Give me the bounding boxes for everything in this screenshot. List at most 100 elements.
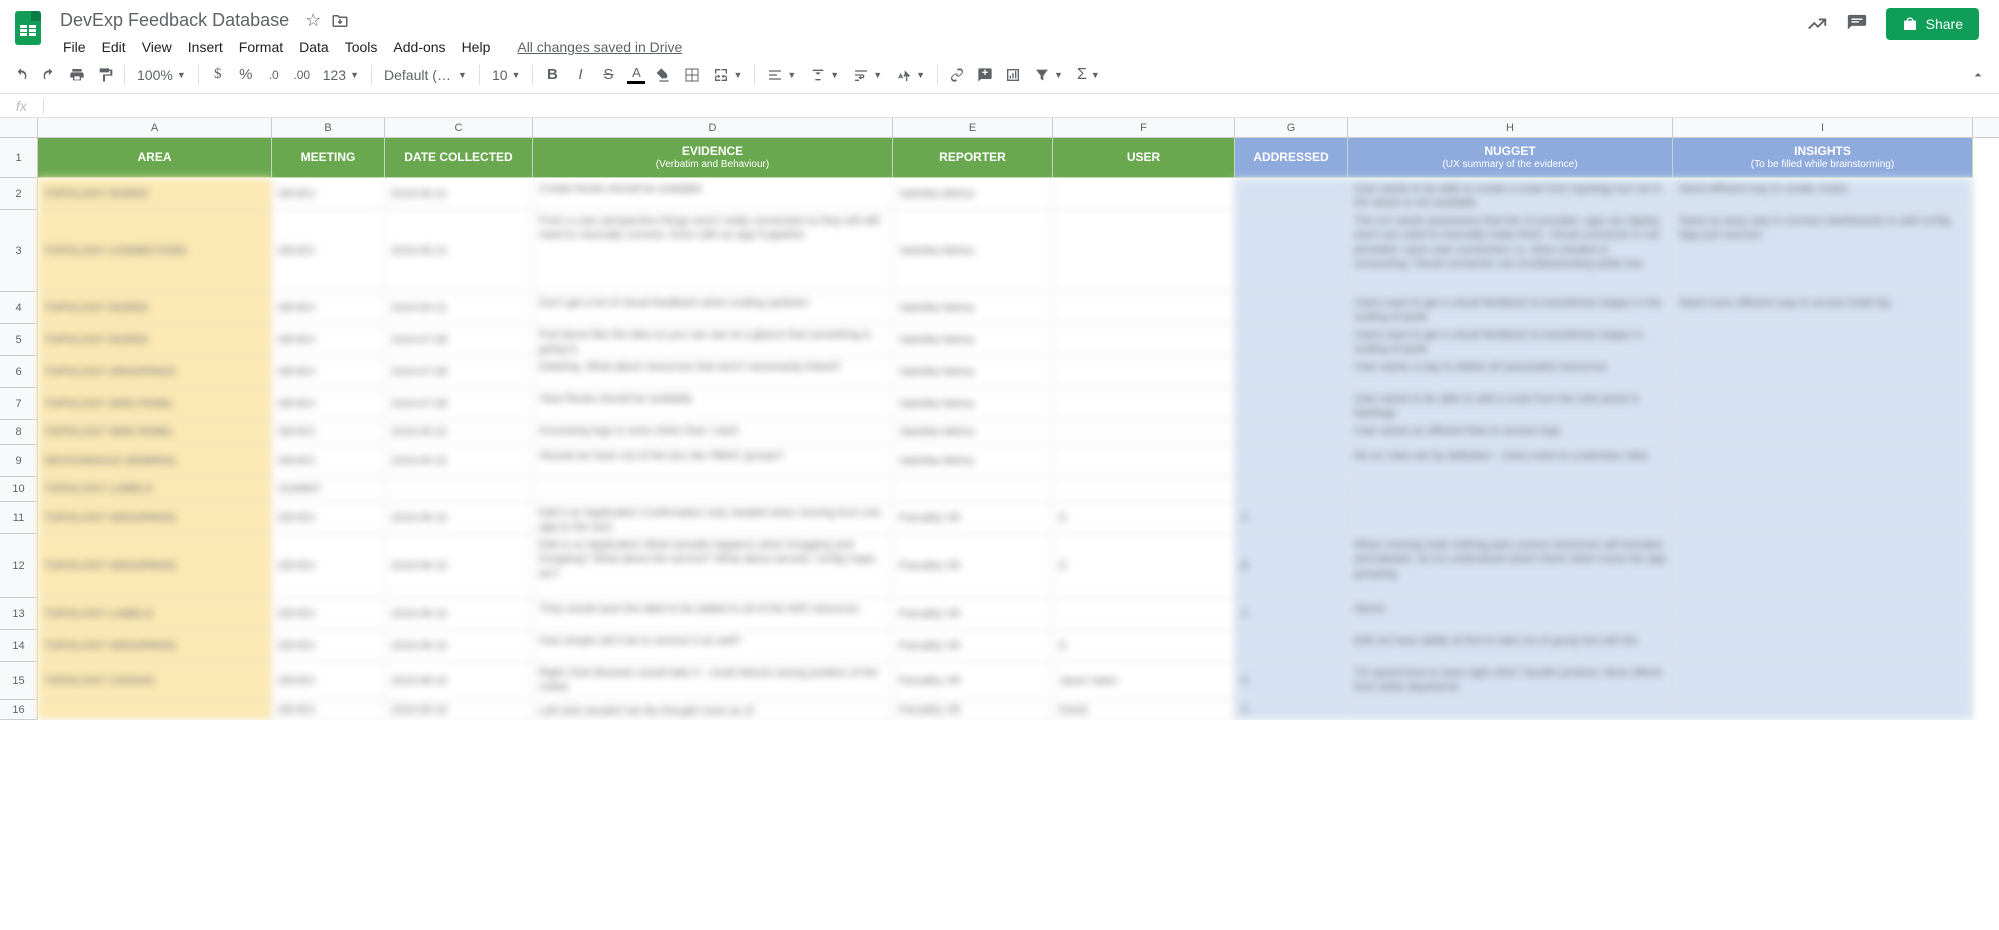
cell[interactable] <box>1235 477 1348 502</box>
table-row[interactable]: TOPOLOGY SIDE PANELDEVEX2019-05-22Access… <box>38 420 1999 445</box>
hdr-evidence[interactable]: EVIDENCE(Verbatim and Behaviour) <box>533 138 893 178</box>
cell[interactable]: DEVEX <box>272 356 385 388</box>
cell[interactable]: Edit not have ability at first to take o… <box>1348 630 1673 662</box>
cell[interactable]: 2019-08-15 <box>385 502 533 534</box>
cell[interactable]: Edit is on Application What actually hap… <box>533 534 893 598</box>
functions-dropdown[interactable]: Σ▼ <box>1071 62 1106 88</box>
cell[interactable] <box>1673 388 1973 420</box>
collapse-toolbar-button[interactable] <box>1965 62 1991 88</box>
cell[interactable]: From a user perspective things aren't re… <box>533 210 893 292</box>
cell[interactable]: D <box>1053 630 1235 662</box>
bold-button[interactable]: B <box>539 62 565 88</box>
menu-view[interactable]: View <box>135 35 179 59</box>
cell[interactable] <box>1673 534 1973 598</box>
cell[interactable] <box>385 477 533 502</box>
cell[interactable] <box>1673 477 1973 502</box>
cell[interactable]: Create Route should be available <box>533 178 893 210</box>
cell[interactable]: 2019-05-22 <box>385 420 533 445</box>
col-header-A[interactable]: A <box>38 118 272 137</box>
cell[interactable]: X <box>1235 598 1348 630</box>
cell[interactable]: Jason Islam <box>1053 662 1235 700</box>
decrease-decimal-button[interactable]: .0 <box>261 62 287 88</box>
cell[interactable]: DEVEX <box>272 292 385 324</box>
col-header-E[interactable]: E <box>893 118 1053 137</box>
table-row[interactable]: TOPOLOGY NODESDEVEX2019-07-08Pod donut l… <box>38 324 1999 356</box>
col-header-I[interactable]: I <box>1673 118 1973 137</box>
zoom-dropdown[interactable]: 100%▼ <box>131 62 192 88</box>
cell[interactable]: TOPOLOGY NODES <box>38 178 272 210</box>
cell[interactable]: Accessing logs is more clicks than I wan… <box>533 420 893 445</box>
cell[interactable] <box>1673 598 1973 630</box>
cell[interactable]: TO spend time to have right click? Seraf… <box>1348 662 1673 700</box>
cell[interactable]: 2019-08-15 <box>385 598 533 630</box>
hdr-addressed[interactable]: ADDRESSED <box>1235 138 1348 178</box>
cell[interactable]: 2019-07-08 <box>385 324 533 356</box>
col-header-B[interactable]: B <box>272 118 385 137</box>
font-family-dropdown[interactable]: Default (Ari...▼ <box>378 62 473 88</box>
hdr-nugget[interactable]: NUGGET(UX summary of the evidence) <box>1348 138 1673 178</box>
cell[interactable]: the oc roles are by definition - Users w… <box>1348 445 1673 477</box>
cell[interactable]: User wants an efficient flow to access l… <box>1348 420 1673 445</box>
cell[interactable]: 2019-08-15 <box>385 630 533 662</box>
row-number-10[interactable]: 10 <box>0 477 38 502</box>
cell[interactable]: Right Click Browser would take it - coul… <box>533 662 893 700</box>
cell[interactable]: Should we have out of the box dev RBAC g… <box>533 445 893 477</box>
cell[interactable] <box>1673 324 1973 356</box>
cell[interactable] <box>1235 210 1348 292</box>
cell[interactable]: DEVEX <box>272 445 385 477</box>
cell[interactable]: Parvathy VR <box>893 534 1053 598</box>
cell[interactable] <box>1673 630 1973 662</box>
cell[interactable] <box>1235 420 1348 445</box>
menu-format[interactable]: Format <box>232 35 290 59</box>
table-row[interactable]: TOPOLOGY GROUPINGSDEVEX2019-08-15Edit is… <box>38 534 1999 598</box>
row-number-7[interactable]: 7 <box>0 388 38 420</box>
cell[interactable]: 2019-05-21 <box>385 292 533 324</box>
cell[interactable]: View Route should be available <box>533 388 893 420</box>
cell[interactable] <box>1053 210 1235 292</box>
cell[interactable]: TOPOLOGY GROUPINGS <box>38 356 272 388</box>
cell[interactable]: X <box>1235 662 1348 700</box>
strikethrough-button[interactable]: S <box>595 62 621 88</box>
increase-decimal-button[interactable]: .00 <box>289 62 315 88</box>
row-number-15[interactable]: 15 <box>0 662 38 700</box>
cell[interactable]: 2019-05-22 <box>385 445 533 477</box>
cell[interactable]: 2019-08-15 <box>385 700 533 720</box>
cell[interactable]: DEVEX <box>272 630 385 662</box>
formula-input[interactable] <box>44 98 1999 113</box>
cell[interactable]: X <box>1235 502 1348 534</box>
percent-button[interactable]: % <box>233 62 259 88</box>
data-cells-region[interactable]: TOPOLOGY NODESDEVEX2019-05-21Create Rout… <box>38 178 1999 720</box>
doc-title[interactable]: DevExp Feedback Database <box>54 8 295 33</box>
italic-button[interactable]: I <box>567 62 593 88</box>
cell[interactable]: X <box>1235 700 1348 720</box>
cell[interactable]: SUMMIT <box>272 477 385 502</box>
cell[interactable] <box>1053 324 1235 356</box>
cell[interactable]: TOPOLOGY GROUPINGS <box>38 630 272 662</box>
cell[interactable] <box>1673 445 1973 477</box>
cell[interactable] <box>1235 388 1348 420</box>
row-number-5[interactable]: 5 <box>0 324 38 356</box>
cell[interactable]: D <box>1053 502 1235 534</box>
cell[interactable]: When moving node nothing puts correct re… <box>1348 534 1673 598</box>
currency-button[interactable]: $ <box>205 62 231 88</box>
table-row[interactable]: DEVCONSOLE GENERALDEVEX2019-05-22Should … <box>38 445 1999 477</box>
table-row[interactable]: DEVEX2019-08-15Left click wouldn't be th… <box>38 700 1999 720</box>
cell[interactable]: TOPOLOGY LABELS <box>38 477 272 502</box>
insert-link-button[interactable] <box>944 62 970 88</box>
undo-button[interactable] <box>8 62 34 88</box>
cell[interactable]: TOPOLOGY SIDE PANEL <box>38 388 272 420</box>
cell[interactable]: Edit it on Application Confirmation only… <box>533 502 893 534</box>
table-row[interactable]: TOPOLOGY LABELSSUMMIT <box>38 477 1999 502</box>
menu-data[interactable]: Data <box>292 35 336 59</box>
cell[interactable] <box>1348 477 1673 502</box>
comments-icon[interactable] <box>1846 13 1868 35</box>
cell[interactable]: DEVEX <box>272 178 385 210</box>
fx-icon[interactable]: fx <box>0 98 44 114</box>
merge-cells-dropdown[interactable]: ▼ <box>707 62 748 88</box>
hdr-reporter[interactable]: REPORTER <box>893 138 1053 178</box>
hdr-date[interactable]: DATE COLLECTED <box>385 138 533 178</box>
cell[interactable]: David <box>1053 700 1235 720</box>
cell[interactable]: Left click wouldn't be the thought more … <box>533 700 893 720</box>
text-rotation-dropdown[interactable]: ▼ <box>890 62 931 88</box>
borders-button[interactable] <box>679 62 705 88</box>
